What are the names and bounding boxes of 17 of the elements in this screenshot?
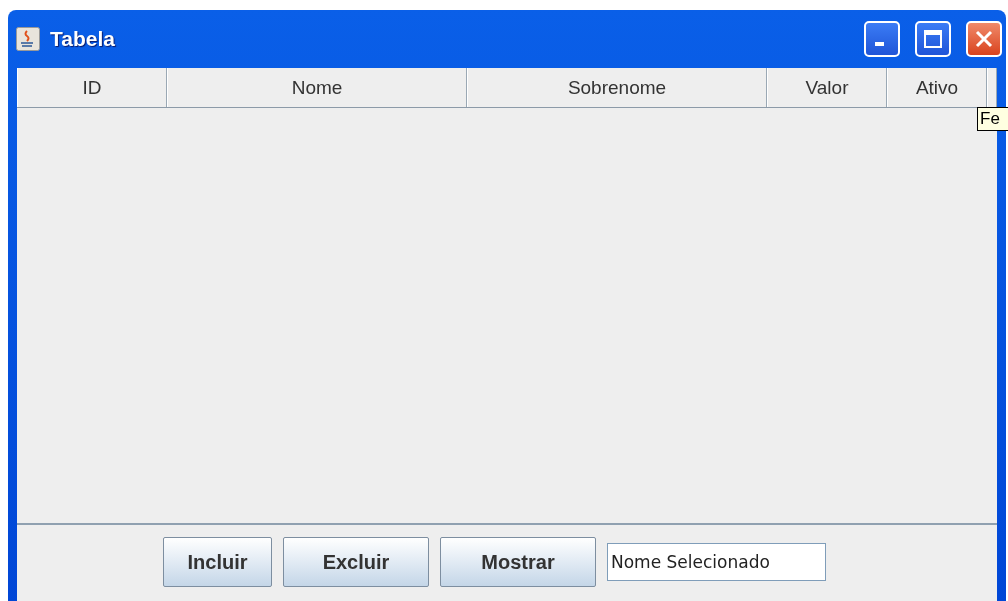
tooltip: Fe <box>977 107 1008 131</box>
maximize-button[interactable] <box>915 21 951 57</box>
minimize-icon <box>875 42 884 46</box>
action-button[interactable]: Excluir <box>283 537 429 587</box>
column-header[interactable]: Nome <box>167 68 467 107</box>
action-button[interactable]: Incluir <box>163 537 272 587</box>
maximize-icon <box>923 29 943 49</box>
column-header[interactable]: Valor <box>767 68 887 107</box>
action-button[interactable]: Mostrar <box>440 537 596 587</box>
close-icon <box>974 29 994 49</box>
coffee-cup-icon <box>16 27 40 51</box>
text-field[interactable]: Nome Selecionado <box>607 543 826 581</box>
window-title: Tabela <box>50 27 116 51</box>
column-header[interactable]: Sobrenome <box>467 68 767 107</box>
close-button[interactable] <box>966 21 1002 57</box>
column-header[interactable]: ID <box>17 68 167 107</box>
minimize-button[interactable] <box>864 21 900 57</box>
